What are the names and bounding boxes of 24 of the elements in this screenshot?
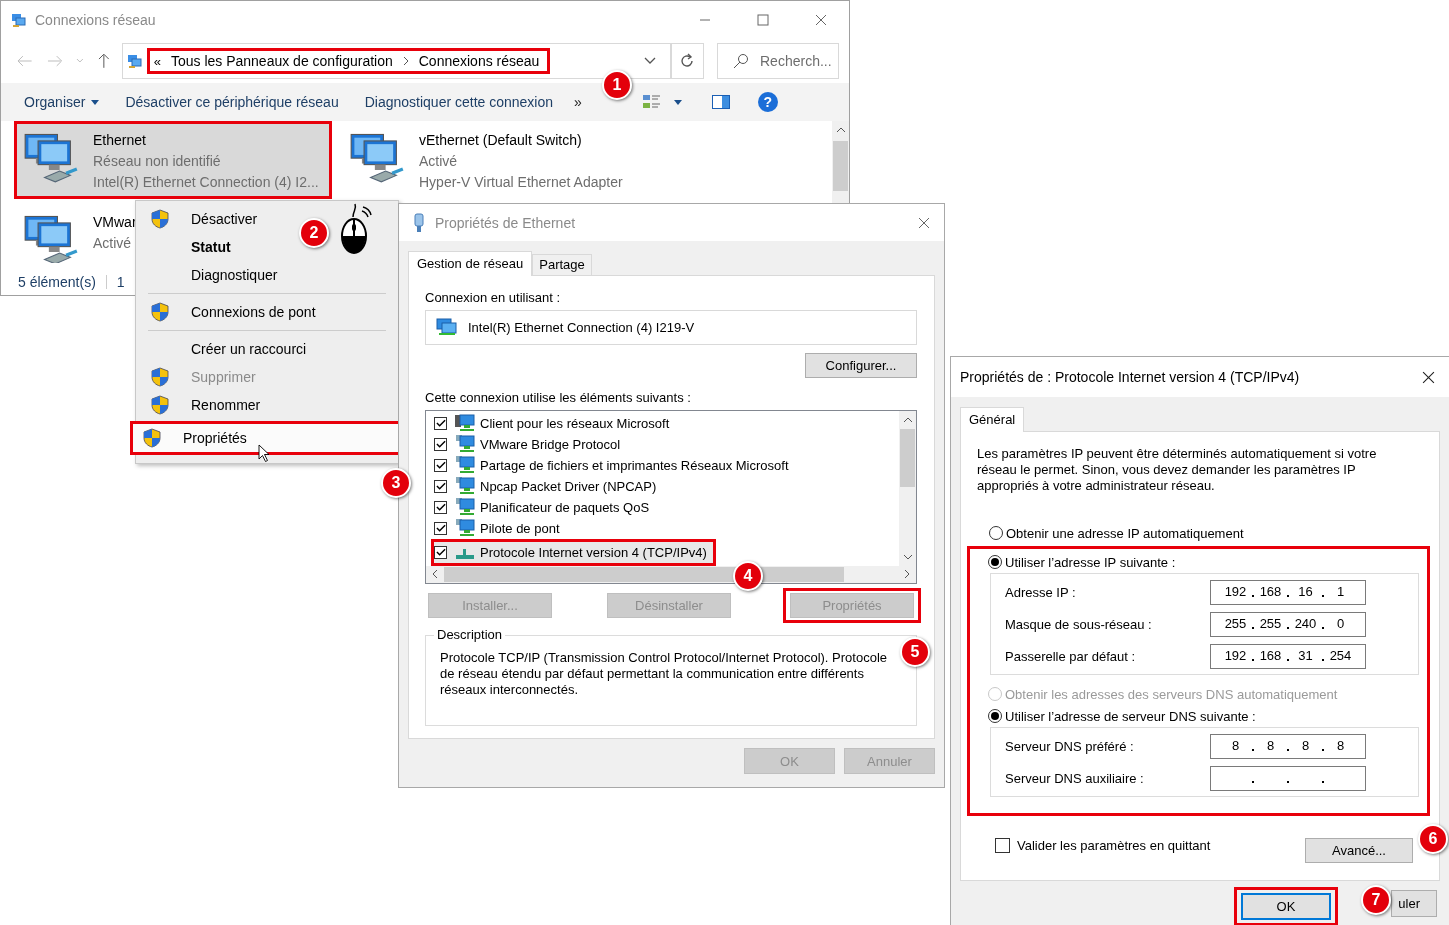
- adapter-name: VMwar: [93, 213, 137, 232]
- intro-text: Les paramètres IP peuvent être déterminés automatiquement si votre réseau le permet. Sinon, vous devez demander les paramètres IP appropriés à votre administrateur réseau.: [977, 446, 1378, 494]
- step-number-badge: 3: [381, 468, 411, 498]
- field-label: Serveur DNS préféré :: [1005, 738, 1134, 754]
- status-text: 5 élément(s): [18, 274, 96, 290]
- field-label: Serveur DNS auxiliaire :: [1005, 770, 1144, 786]
- dialog-title: Propriétés de Ethernet: [435, 214, 576, 231]
- description-text: Protocole TCP/IP (Transmission Control Protocol/Internet Protocol). Protocole de réseau étendu par défaut permettant la communication entre différents réseaux interconnectés.: [440, 649, 888, 698]
- status-text: 1: [116, 274, 125, 290]
- window-title: Connexions réseau: [35, 12, 156, 28]
- field-label: Masque de sous-réseau :: [1005, 616, 1152, 632]
- adapter-name: vEthernet (Default Switch): [419, 131, 583, 150]
- field-label: Adresse IP :: [1005, 584, 1076, 600]
- adapter-name: Intel(R) Ethernet Connection (4) I219-V: [468, 319, 695, 335]
- field-label: Connexion en utilisant :: [425, 290, 562, 305]
- adapter-status: Activé: [419, 152, 459, 171]
- adapter-device: Intel(R) Ethernet Connection (4) I2...: [93, 173, 319, 192]
- adapter-status: Activé: [93, 234, 133, 253]
- field-label: Passerelle par défaut :: [1005, 648, 1136, 664]
- dialog-title: Propriétés de : Protocole Internet version 4 (TCP/IPv4): [960, 369, 1300, 385]
- adapter-name: Ethernet: [93, 131, 147, 150]
- adapter-device: Hyper-V Virtual Ethernet Adapter: [419, 173, 623, 192]
- adapter-status: Réseau non identifié: [93, 152, 222, 171]
- field-label: Cette connexion utilise les éléments suivants :: [425, 389, 692, 405]
